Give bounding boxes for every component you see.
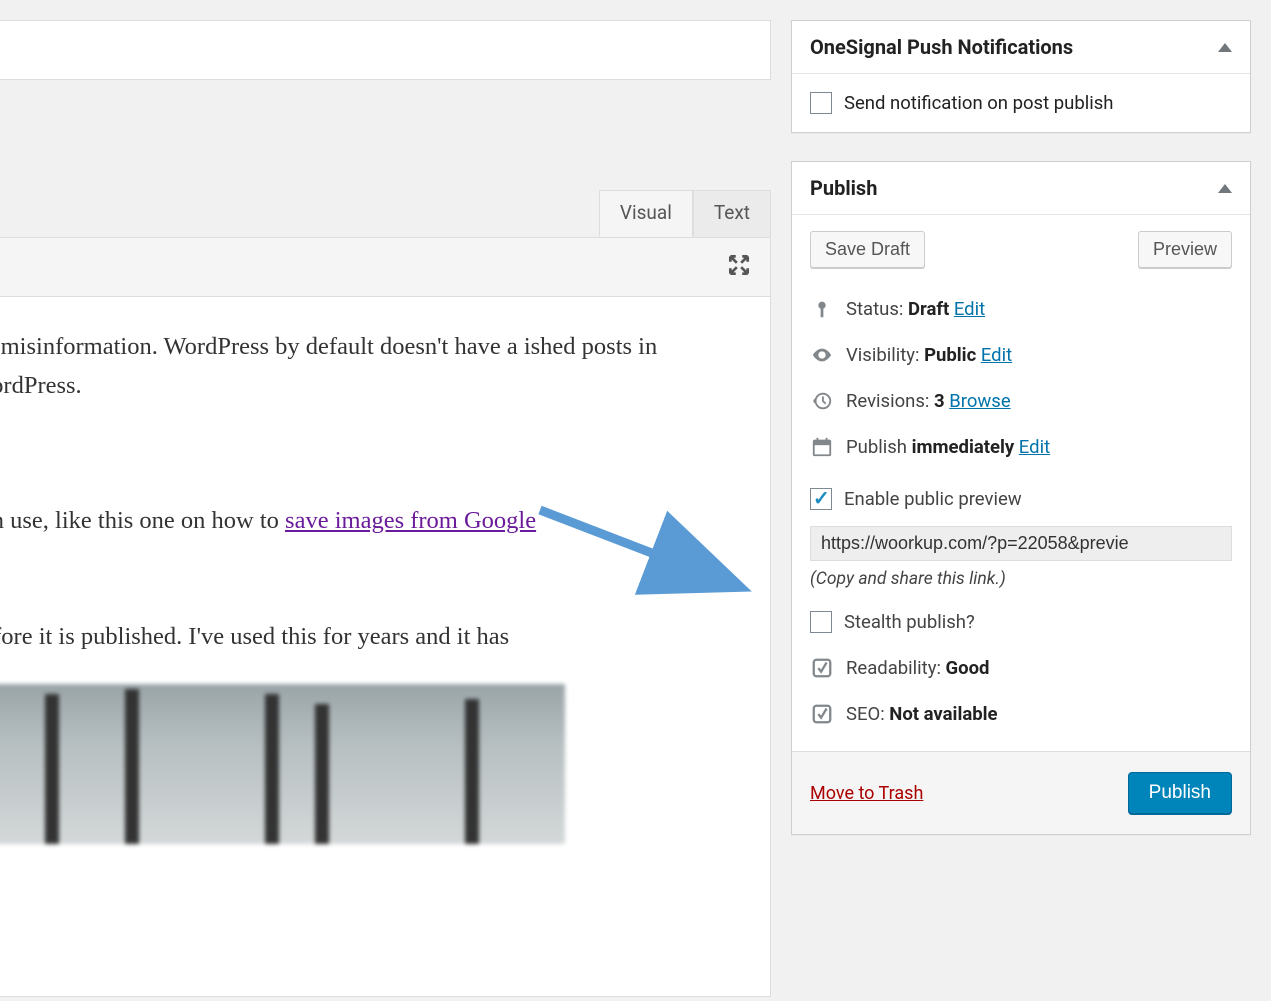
onesignal-metabox: OneSignal Push Notifications Send notifi…: [791, 20, 1251, 133]
revisions-label: Revisions: 3 Browse: [846, 390, 1011, 412]
onesignal-header[interactable]: OneSignal Push Notifications: [792, 21, 1250, 74]
collapse-icon: [1218, 43, 1232, 52]
editor-tabs: Visual Text: [0, 190, 771, 237]
yoast-readability-icon: [810, 657, 834, 679]
seo-label: SEO: Not available: [846, 703, 998, 725]
onesignal-title: OneSignal Push Notifications: [810, 35, 1073, 59]
eye-icon: [810, 344, 834, 366]
public-preview-checkbox[interactable]: [810, 488, 832, 510]
public-preview-url-input[interactable]: [810, 526, 1232, 561]
editor-toolbar: [0, 237, 771, 297]
send-notification-label: Send notification on post publish: [844, 92, 1113, 114]
publish-metabox: Publish Save Draft Preview Status: Draft…: [791, 161, 1251, 835]
stealth-publish-label: Stealth publish?: [844, 611, 975, 633]
tab-visual[interactable]: Visual: [599, 190, 693, 237]
copy-hint-text: (Copy and share this link.): [810, 569, 1232, 589]
content-paragraph: can use, like this one on how to save im…: [0, 501, 740, 540]
tab-text[interactable]: Text: [693, 190, 771, 237]
post-title-input[interactable]: [0, 20, 771, 80]
move-to-trash-link[interactable]: Move to Trash: [810, 783, 923, 804]
content-paragraph: before it is published. I've used this f…: [0, 617, 740, 656]
edit-schedule-link[interactable]: Edit: [1019, 436, 1050, 458]
publish-title: Publish: [810, 176, 877, 200]
fullscreen-icon[interactable]: [726, 252, 752, 282]
edit-status-link[interactable]: Edit: [954, 298, 985, 320]
public-preview-label: Enable public preview: [844, 488, 1022, 510]
status-label: Status: Draft Edit: [846, 298, 985, 320]
pin-icon: [810, 298, 834, 320]
save-draft-button[interactable]: Save Draft: [810, 231, 925, 268]
content-link[interactable]: save images from Google: [285, 507, 536, 534]
collapse-icon: [1218, 184, 1232, 193]
publish-header[interactable]: Publish: [792, 162, 1250, 215]
send-notification-checkbox[interactable]: [810, 92, 832, 114]
content-paragraph: ny misinformation. WordPress by default …: [0, 327, 740, 405]
stealth-publish-checkbox[interactable]: [810, 611, 832, 633]
calendar-icon: [810, 436, 834, 458]
schedule-label: Publish immediately Edit: [846, 436, 1050, 458]
readability-label: Readability: Good: [846, 657, 989, 679]
visibility-label: Visibility: Public Edit: [846, 344, 1012, 366]
publish-button[interactable]: Publish: [1128, 772, 1232, 814]
preview-button[interactable]: Preview: [1138, 231, 1232, 268]
history-icon: [810, 390, 834, 412]
browse-revisions-link[interactable]: Browse: [949, 390, 1010, 412]
edit-visibility-link[interactable]: Edit: [981, 344, 1012, 366]
editor-content[interactable]: ny misinformation. WordPress by default …: [0, 297, 771, 997]
yoast-seo-icon: [810, 703, 834, 725]
content-image: [0, 684, 565, 844]
